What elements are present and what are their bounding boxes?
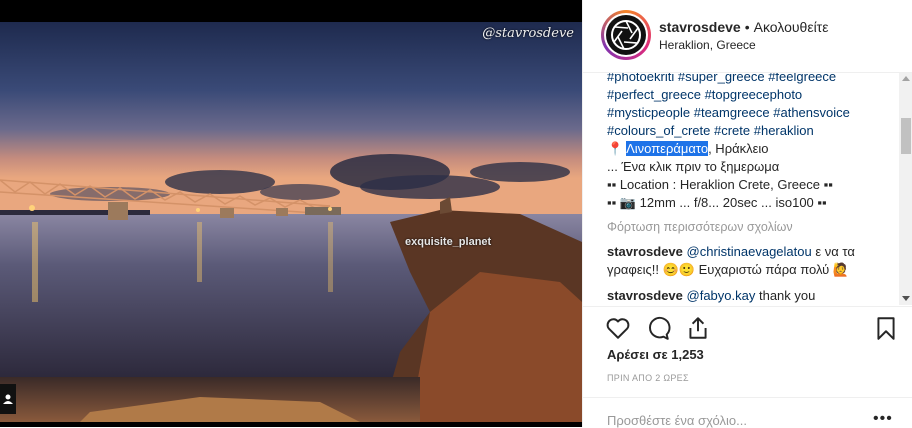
post-caption: #photoekriti #super_greece #feelgreece #…: [607, 73, 897, 212]
username-line: stavrosdeve • Ακολουθείτε: [659, 19, 828, 35]
post-side-panel: stavrosdeve • Ακολουθείτε Heraklion, Greec…: [582, 0, 912, 428]
hashtag-link[interactable]: #feelgreece: [768, 73, 836, 84]
hashtag-link[interactable]: #heraklion: [754, 123, 814, 138]
hashtag-link[interactable]: #super_greece: [678, 73, 765, 84]
hashtag-link[interactable]: #colours_of_crete: [607, 123, 710, 138]
follow-status-button[interactable]: Ακολουθείτε: [754, 19, 829, 35]
post-photo-frame: @stavrosdeve exquisite_planet: [0, 0, 582, 427]
aperture-icon: [611, 20, 641, 50]
caption-location-line: ▪▪ Location : Heraklion Crete, Greece ▪▪: [607, 177, 833, 192]
comment-mention[interactable]: @fabyo.kay: [687, 288, 756, 303]
pin-icon: 📍: [607, 141, 624, 156]
comment-item: stavrosdeve @fabyo.kay thank you: [607, 287, 897, 305]
post-photo[interactable]: @stavrosdeve exquisite_planet: [0, 22, 582, 422]
caption-place-line: 📍 Λινοπεράματο, Ηράκλειο: [607, 140, 897, 158]
location-link[interactable]: Heraklion, Greece: [659, 38, 756, 52]
scroll-down-arrow-icon[interactable]: [902, 296, 910, 301]
scrollbar-thumb[interactable]: [901, 118, 911, 154]
hashtag-row-4: #colours_of_crete #crete #heraklion: [607, 122, 897, 140]
heart-icon[interactable]: [605, 315, 631, 341]
seascape-image: [0, 22, 582, 422]
hashtag-link[interactable]: #teamgreece: [694, 105, 770, 120]
add-comment-input[interactable]: Προσθέστε ένα σχόλιο...: [607, 413, 747, 428]
hashtag-link[interactable]: #topgreecephoto: [705, 87, 803, 102]
comment-item: stavrosdeve @christinaevagelatou ε να τα…: [607, 243, 897, 279]
hashtag-link[interactable]: #crete: [714, 123, 750, 138]
hashtag-link[interactable]: #mysticpeople: [607, 105, 690, 120]
bookmark-icon[interactable]: [873, 315, 899, 341]
watermark-mid: exquisite_planet: [405, 236, 492, 248]
share-icon[interactable]: [685, 315, 711, 341]
hashtag-row-2: #perfect_greece #topgreecephoto: [607, 86, 897, 104]
user-tag-icon[interactable]: [0, 384, 16, 414]
post-timestamp[interactable]: ΠΡΙΝ ΑΠΟ 2 ΩΡΕΣ: [607, 373, 689, 383]
more-options-icon[interactable]: •••: [873, 410, 893, 428]
post-header: stavrosdeve • Ακολουθείτε Heraklion, Greec…: [583, 0, 912, 73]
scroll-up-arrow-icon[interactable]: [902, 76, 910, 81]
settings-text: 12mm ... f/8... 20sec ... iso100 ▪▪: [639, 195, 827, 210]
camera-icon: 📷: [619, 195, 637, 210]
selected-place-text: Λινοπεράματο: [626, 141, 709, 156]
caption-dawn-line: ... Ένα κλικ πριν το ξημερωμα: [607, 159, 780, 174]
comments-scrollbar[interactable]: [899, 73, 912, 305]
hashtag-row-3: #mysticpeople #teamgreece #athensvoice: [607, 104, 897, 122]
comments-scroll-area[interactable]: #photoekriti #super_greece #feelgreece #…: [583, 73, 901, 305]
caption-settings-line: ▪▪ 📷 12mm ... f/8... 20sec ... iso100 ▪▪: [607, 194, 897, 212]
hashtag-link[interactable]: #photoekriti: [607, 73, 674, 84]
comment-username[interactable]: stavrosdeve: [607, 288, 683, 303]
add-comment-bar: Προσθέστε ένα σχόλιο... •••: [583, 397, 912, 428]
avatar[interactable]: [601, 10, 651, 60]
comment-text: thank you: [755, 288, 816, 303]
watermark-top: @stavrosdeve: [482, 26, 574, 41]
likes-count[interactable]: Αρέσει σε 1,253: [607, 347, 704, 362]
comment-username[interactable]: stavrosdeve: [607, 244, 683, 259]
separator-dot: •: [744, 19, 750, 35]
username-link[interactable]: stavrosdeve: [659, 19, 741, 35]
hashtag-link[interactable]: #athensvoice: [773, 105, 850, 120]
hashtag-row-1: #photoekriti #super_greece #feelgreece: [607, 73, 897, 86]
post-actions-bar: [583, 306, 912, 347]
settings-prefix: ▪▪: [607, 195, 617, 210]
place-rest-text: , Ηράκλειο: [708, 141, 769, 156]
load-more-comments-button[interactable]: Φόρτωση περισσότερων σχολίων: [607, 220, 793, 234]
comment-icon[interactable]: [645, 315, 671, 341]
hashtag-link[interactable]: #perfect_greece: [607, 87, 701, 102]
comment-mention[interactable]: @christinaevagelatou: [687, 244, 812, 259]
